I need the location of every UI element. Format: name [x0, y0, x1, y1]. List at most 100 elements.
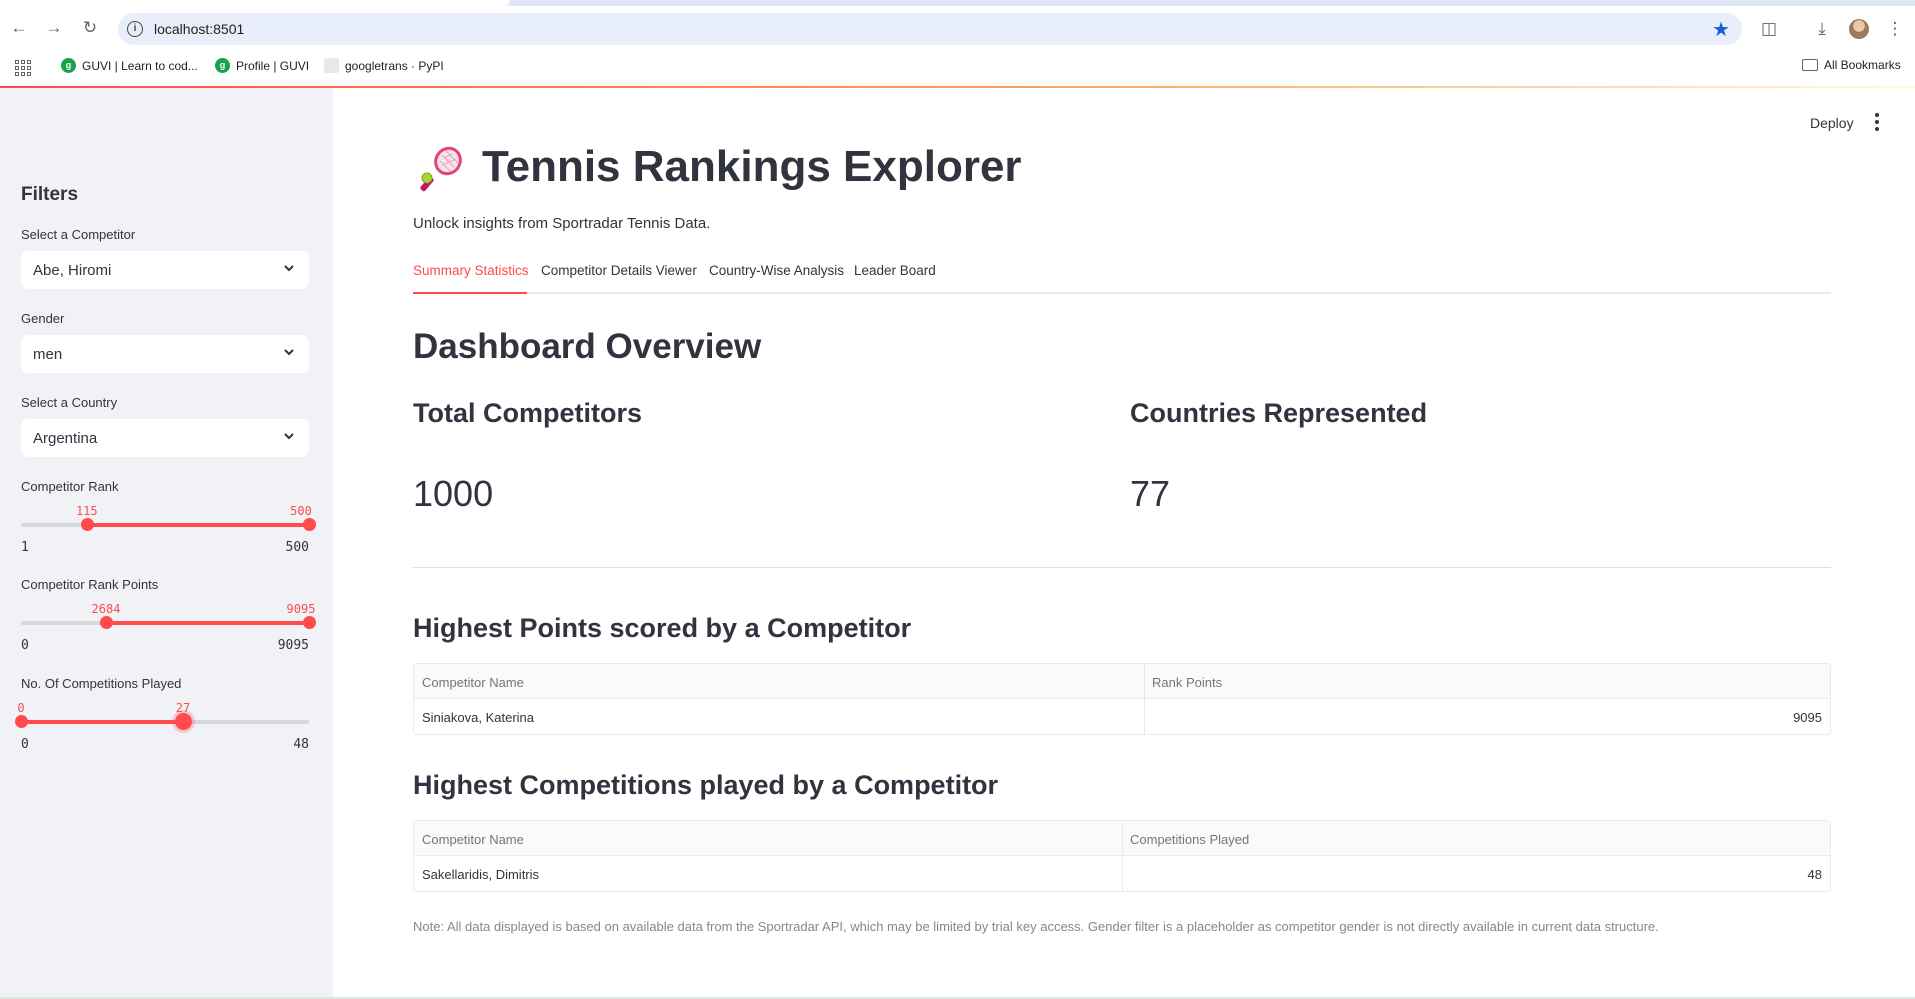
- pypi-logo-icon: [324, 58, 339, 73]
- slider-fill: [21, 720, 183, 724]
- table-header: [414, 664, 1830, 699]
- table-cell-competitor-name[interactable]: Siniakova, Katerina: [422, 710, 534, 725]
- bookmark-star-icon[interactable]: ★: [1712, 17, 1730, 42]
- url-text: localhost:8501: [154, 21, 245, 37]
- reload-icon[interactable]: ↻: [79, 17, 101, 39]
- back-icon[interactable]: ←: [8, 17, 30, 39]
- slider-max-label: 9095: [277, 638, 309, 653]
- points-slider[interactable]: 2684 9095 0 9095: [21, 602, 316, 668]
- slider-high-value: 9095: [286, 602, 316, 616]
- site-info-icon[interactable]: i: [127, 21, 143, 37]
- column-header-competitor-name[interactable]: Competitor Name: [422, 832, 524, 847]
- column-header-rank-points[interactable]: Rank Points: [1152, 675, 1222, 690]
- slider-high-value: 500: [290, 504, 312, 518]
- country-select[interactable]: Argentina: [21, 419, 309, 457]
- highest-points-table[interactable]: Competitor Name Rank Points Siniakova, K…: [413, 663, 1831, 735]
- country-select-label: Select a Country: [21, 395, 118, 410]
- slider-min-label: 0: [21, 737, 29, 752]
- slider-low-value: 0: [17, 701, 25, 715]
- tab-competitor-details-viewer[interactable]: Competitor Details Viewer: [541, 263, 697, 278]
- profile-avatar[interactable]: [1849, 19, 1869, 39]
- bookmark-googletrans[interactable]: googletrans · PyPI: [324, 58, 444, 73]
- apps-grid-icon[interactable]: [15, 60, 31, 76]
- slider-min-label: 0: [21, 638, 29, 653]
- metric-countries-label: Countries Represented: [1130, 398, 1428, 428]
- rank-slider[interactable]: 115 500 1 500: [21, 504, 316, 570]
- slider-max-label: 500: [285, 540, 309, 555]
- section-divider: [413, 567, 1831, 568]
- guvi-logo-icon: g: [61, 58, 76, 73]
- country-select-value: Argentina: [33, 430, 98, 447]
- table-cell-rank-points[interactable]: 9095: [1793, 710, 1822, 725]
- browser-menu-icon[interactable]: ⋮: [1884, 18, 1906, 40]
- sidebar-heading: Filters: [21, 184, 79, 205]
- browser-toolbar: ← → ↻ i localhost:8501 ★ ◫ ⤓ ⋮: [0, 6, 1915, 50]
- rank-slider-label: Competitor Rank: [21, 479, 119, 494]
- tab-country-wise-analysis[interactable]: Country-Wise Analysis: [709, 263, 844, 278]
- slider-low-handle[interactable]: [99, 616, 113, 629]
- main-menu-icon[interactable]: [1874, 113, 1880, 131]
- competitor-select-value: Abe, Hiromi: [33, 262, 112, 279]
- slider-high-handle[interactable]: [175, 713, 192, 730]
- folder-icon: [1802, 59, 1818, 71]
- table-cell-competitor-name[interactable]: Sakellaridis, Dimitris: [422, 867, 539, 882]
- sidebar: Filters Select a Competitor Abe, Hiromi …: [0, 88, 333, 999]
- points-slider-label: Competitor Rank Points: [21, 577, 159, 592]
- all-bookmarks-button[interactable]: All Bookmarks: [1802, 58, 1901, 72]
- column-header-competitor-name[interactable]: Competitor Name: [422, 675, 524, 690]
- column-divider: [1144, 664, 1145, 734]
- page-title: Tennis Rankings Explorer: [482, 142, 1022, 191]
- slider-high-handle[interactable]: [303, 518, 316, 531]
- guvi-logo-icon: g: [215, 58, 230, 73]
- bookmark-label: googletrans · PyPI: [345, 58, 444, 73]
- metric-total-competitors-label: Total Competitors: [413, 398, 642, 428]
- slider-max-label: 48: [293, 737, 309, 752]
- column-header-competitions-played[interactable]: Competitions Played: [1130, 832, 1249, 847]
- chevron-down-icon: [284, 433, 294, 440]
- gender-select-label: Gender: [21, 311, 65, 326]
- all-bookmarks-label: All Bookmarks: [1824, 58, 1901, 72]
- download-icon[interactable]: ⤓: [1811, 18, 1833, 40]
- active-tab-indicator: [413, 292, 527, 294]
- slider-fill: [105, 621, 309, 625]
- competitions-slider[interactable]: 0 27 0 48: [15, 701, 309, 767]
- gender-select[interactable]: men: [21, 335, 309, 373]
- slider-low-handle[interactable]: [80, 518, 94, 531]
- bookmark-label: Profile | GUVI: [236, 58, 310, 73]
- extensions-icon[interactable]: ◫: [1758, 18, 1780, 40]
- bookmark-guvi-profile[interactable]: g Profile | GUVI: [215, 58, 309, 73]
- deploy-button[interactable]: Deploy: [1810, 115, 1854, 131]
- gender-select-value: men: [33, 346, 63, 363]
- slider-low-handle[interactable]: [15, 715, 28, 728]
- address-bar[interactable]: i localhost:8501 ★: [118, 13, 1742, 45]
- column-divider: [1122, 821, 1123, 891]
- forward-icon[interactable]: →: [43, 17, 65, 39]
- data-note: Note: All data displayed is based on ava…: [413, 919, 1659, 934]
- chevron-down-icon: [284, 265, 294, 272]
- chevron-down-icon: [284, 349, 294, 356]
- competitor-select[interactable]: Abe, Hiromi: [21, 251, 309, 289]
- slider-high-handle[interactable]: [303, 616, 316, 629]
- bookmark-label: GUVI | Learn to cod...: [82, 58, 198, 73]
- slider-min-label: 1: [21, 540, 29, 555]
- bookmarks-bar: g GUVI | Learn to cod... g Profile | GUV…: [0, 50, 1915, 86]
- tab-leader-board[interactable]: Leader Board: [854, 263, 936, 278]
- metric-total-competitors-value: 1000: [413, 473, 494, 514]
- slider-low-value: 115: [75, 504, 98, 518]
- tennis-racket-icon: [420, 146, 462, 192]
- slider-fill: [86, 523, 309, 527]
- metric-countries-value: 77: [1130, 473, 1171, 514]
- highest-points-heading: Highest Points scored by a Competitor: [413, 613, 912, 643]
- slider-low-value: 2684: [91, 602, 121, 616]
- table-cell-competitions-played[interactable]: 48: [1808, 867, 1822, 882]
- page-subtitle: Unlock insights from Sportradar Tennis D…: [413, 215, 711, 232]
- competitions-slider-label: No. Of Competitions Played: [21, 676, 182, 691]
- highest-competitions-heading: Highest Competitions played by a Competi…: [413, 770, 999, 800]
- highest-competitions-table[interactable]: Competitor Name Competitions Played Sake…: [413, 820, 1831, 892]
- tab-summary-statistics[interactable]: Summary Statistics: [413, 263, 529, 278]
- tab-bar: Summary Statistics Competitor Details Vi…: [413, 263, 1831, 294]
- competitor-select-label: Select a Competitor: [21, 227, 136, 242]
- bookmark-guvi-learn[interactable]: g GUVI | Learn to cod...: [61, 58, 198, 73]
- slider-high-value: 27: [175, 701, 191, 715]
- dashboard-overview-heading: Dashboard Overview: [413, 327, 762, 366]
